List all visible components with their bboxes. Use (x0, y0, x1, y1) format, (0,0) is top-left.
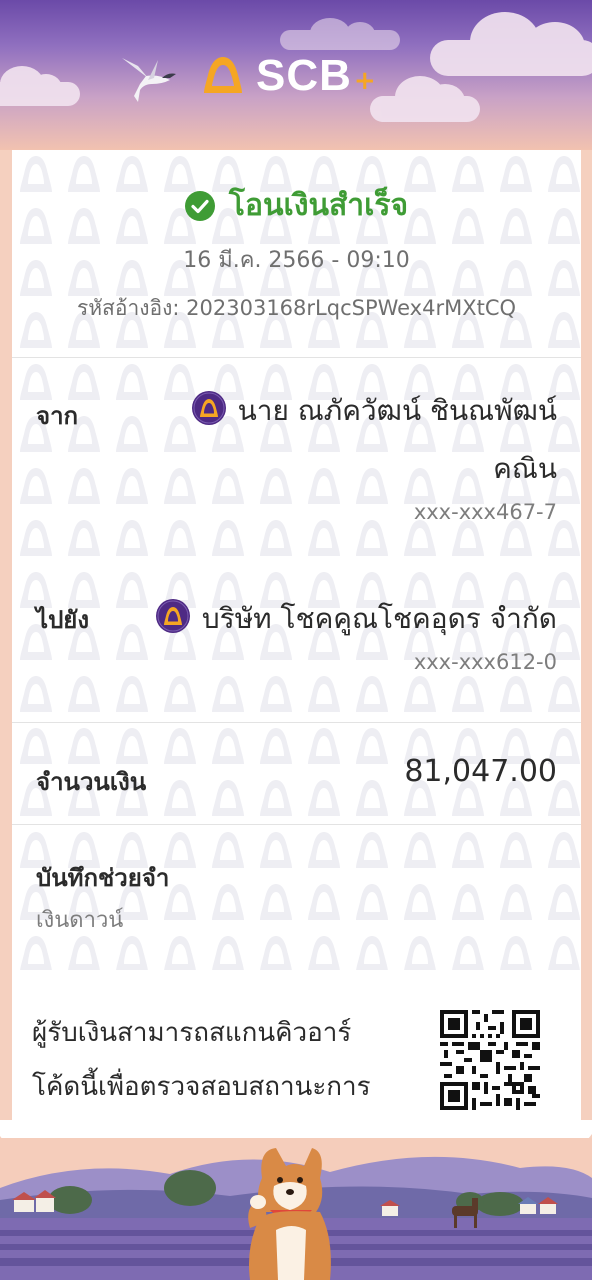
from-name: นาย ณภัควัฒน์ ชินณพัฒน์ (191, 382, 557, 440)
from-account: xxx-xxx467-7 (413, 500, 557, 524)
success-check-icon (184, 190, 215, 221)
scb-bank-icon (155, 599, 190, 633)
divider (12, 357, 581, 358)
status-row: โอนเงินสำเร็จ (12, 182, 581, 229)
from-name-line2: คณิน (493, 452, 557, 485)
divider (12, 824, 581, 825)
memo-label: บันทึกช่วยจำ (36, 864, 170, 892)
amount-value: 81,047.00 (404, 754, 557, 789)
qr-text-line1: ผู้รับเงินสามารถสแกนคิวอาร์ (32, 1018, 352, 1048)
cloud (0, 66, 80, 106)
qr-description: ผู้รับเงินสามารถสแกนคิวอาร์ โค้ดนี้เพื่อ… (32, 1006, 422, 1114)
to-name-text: บริษัท โชคคูณโชคอุดร จำกัด (201, 602, 557, 635)
from-party: นาย ณภัควัฒน์ ชินณพัฒน์ คณิน xxx-xxx467-… (191, 382, 557, 524)
scb-bank-icon (191, 391, 226, 425)
to-party: บริษัท โชคคูณโชคอุดร จำกัด xxx-xxx612-0 (155, 590, 557, 674)
to-name: บริษัท โชคคูณโชคอุดร จำกัด (155, 590, 557, 648)
cloud (430, 12, 592, 76)
scb-logo-text: SCB (256, 51, 352, 100)
cloud (280, 18, 400, 50)
to-label: ไปยัง (36, 606, 90, 634)
reference-number: รหัสอ้างอิง: 202303168rLqcSPWex4rMXtCQ (76, 296, 517, 320)
cloud (370, 76, 480, 122)
footer-illustration (0, 1138, 592, 1280)
from-label: จาก (36, 402, 79, 430)
divider (12, 722, 581, 723)
transaction-datetime: 16 มี.ค. 2566 - 09:10 (183, 248, 410, 273)
receipt-card: โอนเงินสำเร็จ 16 มี.ค. 2566 - 09:10 รหัส… (12, 150, 581, 1140)
amount-label: จำนวนเงิน (36, 768, 147, 796)
from-name-line1: นาย ณภัควัฒน์ ชินณพัฒน์ (237, 394, 557, 427)
to-account: xxx-xxx612-0 (413, 650, 557, 674)
status-text: โอนเงินสำเร็จ (228, 188, 409, 223)
scb-plus-mark: + (353, 66, 376, 96)
bird-icon (122, 58, 176, 102)
header-sky: SCB + (0, 0, 592, 150)
scb-logo: SCB + (200, 50, 376, 102)
qr-code[interactable] (440, 1010, 540, 1110)
qr-text-line2: โค้ดนี้เพื่อตรวจสอบสถานะการ (32, 1072, 371, 1102)
scb-logo-icon (204, 57, 242, 93)
memo-value: เงินดาวน์ (36, 908, 124, 933)
